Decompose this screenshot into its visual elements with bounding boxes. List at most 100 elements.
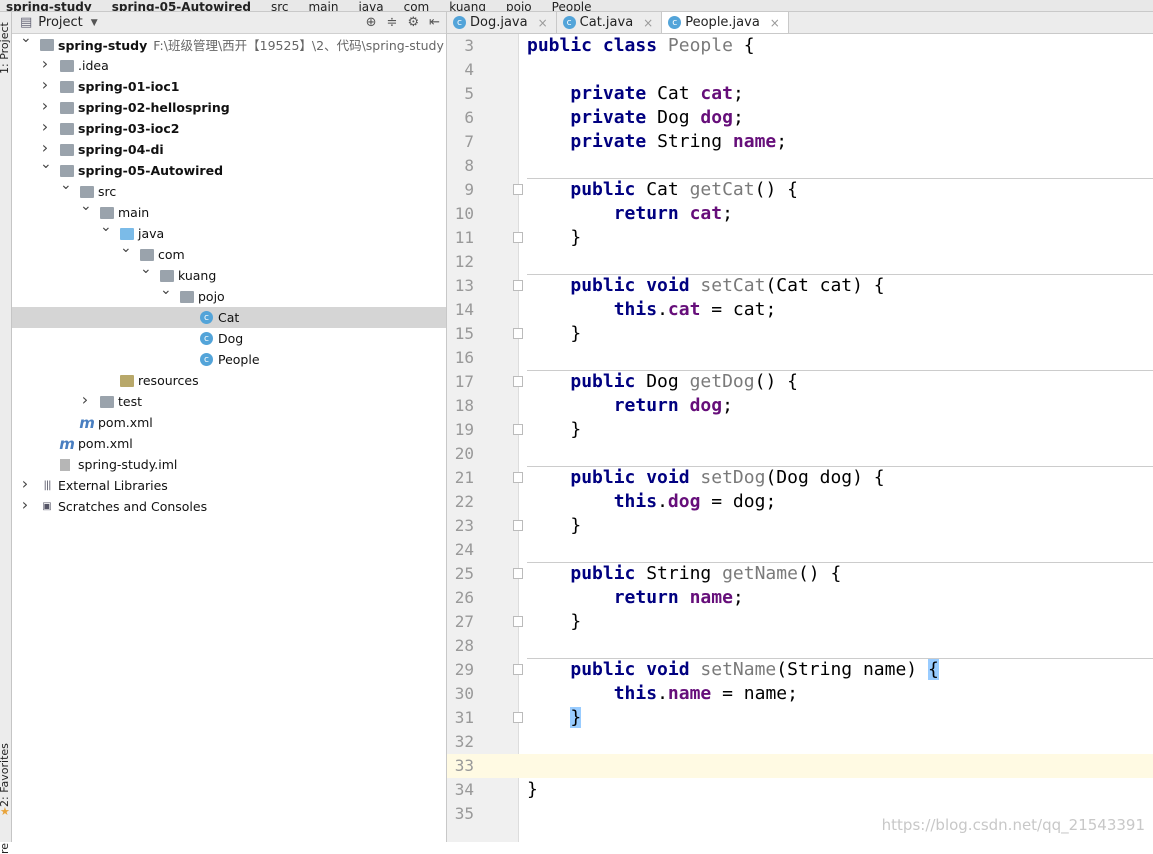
fold-marker-icon[interactable] [513, 424, 523, 435]
project-tool-tab[interactable]: 1: Project [0, 22, 11, 74]
code-token: } [527, 419, 582, 440]
chevron-down-icon[interactable]: ⌄ [40, 156, 52, 172]
code-line: 28 [447, 634, 1153, 658]
breadcrumb-item[interactable]: pojo [500, 0, 546, 11]
chevron-right-icon[interactable]: › [20, 495, 30, 514]
chevron-right-icon[interactable]: › [40, 96, 50, 115]
fold-marker-icon[interactable] [513, 184, 523, 195]
chevron-right-icon[interactable]: › [40, 138, 50, 157]
close-icon[interactable]: × [770, 16, 780, 30]
tree-item[interactable]: › spring-03-ioc2 [12, 117, 446, 139]
breadcrumb-item[interactable]: spring-05-Autowired [106, 0, 265, 11]
favorites-tool-tab[interactable]: 2: Favorites [0, 743, 11, 807]
tree-item[interactable]: ⌄ java [12, 219, 446, 244]
chevron-down-icon[interactable]: ⌄ [60, 177, 72, 193]
tree-item[interactable]: c Dog [12, 328, 446, 349]
code-token: . [657, 491, 668, 512]
fold-marker-icon[interactable] [513, 472, 523, 483]
tab-cat-java[interactable]: c Cat.java × [557, 12, 663, 33]
tree-item[interactable]: › spring-02-hellospring [12, 96, 446, 118]
fold-marker-icon[interactable] [513, 664, 523, 675]
tree-item-name: pom.xml [78, 436, 133, 451]
code-text: return dog; [527, 394, 733, 418]
close-icon[interactable]: × [538, 16, 548, 30]
tree-item-label: People [218, 352, 260, 367]
tree-item[interactable]: › ||| External Libraries [12, 474, 446, 496]
tree-item[interactable]: ⌄ spring-study F:\班级管理\西开【19525】\2、代码\spri… [12, 30, 446, 55]
code-token: cat [667, 299, 701, 320]
tree-item[interactable]: m pom.xml [12, 412, 446, 433]
code-token: this [613, 491, 658, 512]
fold-marker-icon[interactable] [513, 520, 523, 531]
chevron-right-icon[interactable]: › [40, 54, 50, 73]
chevron-down-icon[interactable]: ⌄ [100, 219, 112, 235]
tree-item[interactable]: ⌄ src [12, 177, 446, 202]
breadcrumb-item[interactable]: spring-study [0, 0, 106, 11]
fold-marker-icon[interactable] [513, 616, 523, 627]
tab-people-java[interactable]: c People.java × [662, 12, 789, 33]
chevron-down-icon[interactable]: ▼ [91, 18, 98, 28]
tree-item-label: spring-02-hellospring [78, 100, 230, 115]
breadcrumb-item[interactable]: People [546, 0, 606, 11]
fold-marker-icon[interactable] [513, 328, 523, 339]
code-line: 19 } [447, 418, 1153, 442]
tree-item[interactable]: › spring-04-di [12, 138, 446, 160]
chevron-down-icon[interactable]: ⌄ [160, 282, 172, 298]
chevron-down-icon[interactable]: ⌄ [20, 30, 32, 46]
tree-item[interactable]: m pom.xml [12, 433, 446, 454]
breadcrumb-item[interactable]: com [398, 0, 444, 11]
tree-item[interactable]: ⌄ kuang [12, 261, 446, 286]
breadcrumb-item[interactable]: main [302, 0, 352, 11]
tree-item-label: Dog [218, 331, 243, 346]
tree-item[interactable]: ⌄ main [12, 198, 446, 223]
tree-item[interactable]: resources [12, 370, 446, 391]
code-line: 29 public void setName(String name) { [447, 658, 1153, 682]
tree-item[interactable]: ⌄ spring-05-Autowired [12, 156, 446, 181]
fold-marker-icon[interactable] [513, 376, 523, 387]
tree-item[interactable]: ⌄ com [12, 240, 446, 265]
chevron-down-icon[interactable]: ⌄ [140, 261, 152, 277]
folder-icon [100, 206, 114, 219]
close-icon[interactable]: × [643, 16, 653, 30]
line-number: 10 [454, 204, 474, 223]
chevron-right-icon[interactable]: › [40, 117, 50, 136]
code-token: public void [570, 467, 701, 488]
project-view-select[interactable]: Project [38, 15, 82, 30]
collapse-all-icon[interactable]: ≑ [387, 15, 398, 30]
fold-marker-icon[interactable] [513, 232, 523, 243]
tree-item[interactable]: › ▣ Scratches and Consoles [12, 495, 446, 517]
fold-marker-icon[interactable] [513, 712, 523, 723]
breadcrumb-item[interactable]: src [265, 0, 303, 11]
tree-item[interactable]: c People [12, 349, 446, 370]
code-token: setDog [700, 467, 766, 488]
hide-panel-icon[interactable]: ⇤ [429, 15, 440, 30]
chevron-right-icon[interactable]: › [80, 390, 90, 409]
tree-item[interactable]: › spring-01-ioc1 [12, 75, 446, 97]
fold-marker-icon[interactable] [513, 280, 523, 291]
tree-item-name: resources [138, 373, 199, 388]
chevron-down-icon[interactable]: ⌄ [120, 240, 132, 256]
tree-item[interactable]: c Cat [12, 307, 446, 328]
breadcrumb-item[interactable]: kuang [443, 0, 500, 11]
chevron-right-icon[interactable]: › [20, 474, 30, 493]
folder-icon [60, 143, 74, 156]
tree-item[interactable]: spring-study.iml [12, 454, 446, 475]
gear-icon[interactable]: ⚙ [407, 15, 419, 30]
code-token: ; [732, 587, 744, 608]
code-area[interactable]: 3 public class People {4 5 private Cat cat… [447, 34, 1153, 826]
breadcrumb-item[interactable]: java [352, 0, 397, 11]
fold-marker-icon[interactable] [513, 568, 523, 579]
locate-icon[interactable]: ⊕ [366, 15, 377, 30]
chevron-right-icon[interactable]: › [40, 75, 50, 94]
line-number: 18 [454, 396, 474, 415]
structure-tool-tab[interactable]: re [0, 843, 11, 854]
code-text: private String name; [527, 130, 787, 154]
tab-label: Dog.java [470, 15, 528, 30]
tree-item[interactable]: ⌄ pojo [12, 282, 446, 307]
line-number: 22 [454, 492, 474, 511]
chevron-down-icon[interactable]: ⌄ [80, 198, 92, 214]
tree-item[interactable]: › test [12, 390, 446, 412]
tree-item[interactable]: › .idea [12, 54, 446, 76]
tab-dog-java[interactable]: c Dog.java × [447, 12, 557, 33]
